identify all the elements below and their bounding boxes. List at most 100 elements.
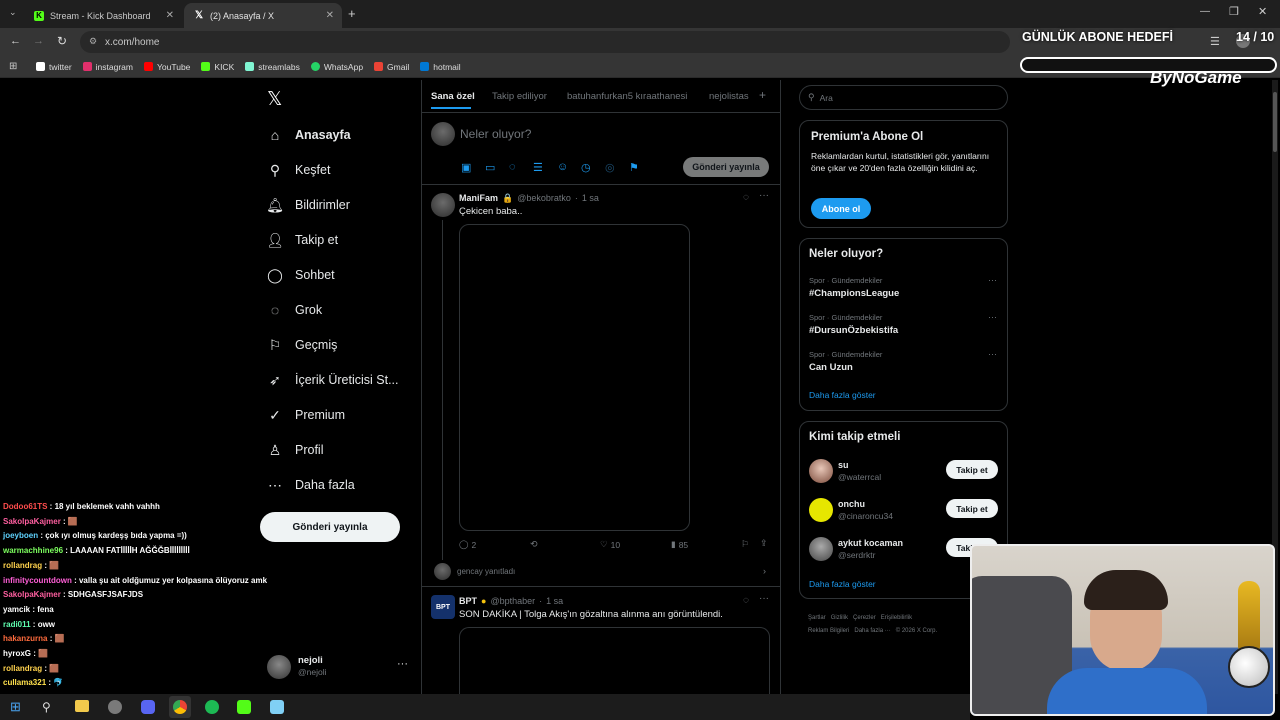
avatar[interactable] (809, 498, 833, 522)
sidebar-item-daha-fazla[interactable]: ⋯ Daha fazla (266, 474, 355, 496)
footer-link-ads[interactable]: Reklam Bilgileri (808, 628, 849, 634)
trends-show-more-link[interactable]: Daha fazla göster (809, 390, 876, 400)
follow-button[interactable]: Takip et (946, 460, 998, 479)
new-tab-icon[interactable]: + (348, 6, 356, 21)
sidebar-item-keşfet[interactable]: ⚲ Keşfet (266, 159, 331, 181)
footer-link-privacy[interactable]: Gizlilik (831, 615, 848, 621)
close-tab-icon[interactable]: ✕ (326, 10, 334, 21)
grok-explain-icon[interactable]: ◌ (743, 192, 749, 203)
sidebar-item-geçmiş[interactable]: ⚐ Geçmiş (266, 334, 338, 356)
emoji-icon[interactable]: ☺ (557, 161, 568, 173)
sidebar-item-premium[interactable]: ✓ Premium (266, 404, 345, 426)
bookmark-instagram[interactable]: instagram (82, 62, 133, 72)
sidebar-item-profil[interactable]: ♙ Profil (266, 439, 324, 461)
follow-show-more-link[interactable]: Daha fazla göster (809, 579, 876, 589)
sidebar-item-takip-et[interactable]: 👤︎ Takip et (266, 229, 338, 251)
suggested-user-name[interactable]: aykut kocaman (838, 538, 903, 548)
notepad-icon[interactable] (270, 700, 284, 714)
post-media[interactable] (459, 224, 690, 531)
discord-icon[interactable] (141, 700, 155, 714)
reply-action[interactable]: ◯ 2 (459, 539, 476, 550)
bookmark-hotmail[interactable]: hotmail (420, 62, 461, 72)
gif-icon[interactable]: ▭ (485, 161, 495, 174)
follow-button[interactable]: Takip et (946, 499, 998, 518)
footer-link-terms[interactable]: Şartlar (808, 615, 826, 621)
bookmark-twitter[interactable]: twitter (36, 62, 72, 72)
tab-list-kiraathanesi[interactable]: batuhanfurkan5 kıraathanesi (567, 91, 687, 102)
tab-following[interactable]: Takip ediliyor (492, 91, 547, 102)
add-list-icon[interactable]: + (759, 88, 766, 102)
search-field[interactable]: ⚲ Ara (799, 85, 1008, 110)
tab-list-icon[interactable]: ⌄ (9, 7, 17, 18)
menu-icon[interactable]: ☰ (1210, 35, 1220, 48)
minimize-icon[interactable]: — (1200, 6, 1210, 17)
post-author[interactable]: ManiFam (459, 193, 498, 204)
post-more-icon[interactable]: ··· (759, 593, 769, 604)
avatar[interactable] (809, 459, 833, 483)
close-tab-icon[interactable]: ✕ (166, 10, 174, 21)
sidebar-item-bildirimler[interactable]: 🔔︎ Bildirimler (266, 194, 350, 216)
tab-list-nejolistas[interactable]: nejolistas (709, 91, 749, 102)
sidebar-item-sohbet[interactable]: ◯ Sohbet (266, 264, 334, 286)
bookmark-kick[interactable]: KICK (201, 62, 234, 72)
trend-more-icon[interactable]: ··· (988, 349, 997, 359)
subscribe-button[interactable]: Abone ol (811, 198, 871, 219)
kick-icon[interactable] (237, 700, 251, 714)
grok-explain-icon[interactable]: ◌ (743, 595, 749, 606)
post-author[interactable]: BPT (459, 596, 477, 606)
flag-icon[interactable]: ⚑ (629, 161, 639, 174)
scrollbar-thumb[interactable] (1273, 92, 1277, 152)
bookmark-youtube[interactable]: YouTube (144, 62, 190, 72)
suggested-user-name[interactable]: su (838, 460, 849, 470)
footer-link-cookies[interactable]: Çerezler (853, 615, 876, 621)
views-action[interactable]: ▮ 85 (671, 539, 688, 550)
x-logo-icon[interactable]: 𝕏 (267, 88, 282, 111)
like-action[interactable]: ♡ 10 (600, 539, 620, 550)
trend-item[interactable]: Spor · Gündemdekiler Can Uzun (809, 350, 882, 373)
app-icon[interactable] (108, 700, 122, 714)
compose-post-button[interactable]: Gönderi yayınla (683, 157, 769, 177)
trend-more-icon[interactable]: ··· (988, 312, 997, 322)
forward-icon[interactable]: → (33, 35, 44, 47)
bookmark-streamlabs[interactable]: streamlabs (245, 62, 300, 72)
sidebar-item-anasayfa[interactable]: ⌂ Anasayfa (266, 124, 351, 146)
share-icon[interactable]: ⇪ (760, 538, 768, 549)
file-explorer-icon[interactable] (75, 700, 89, 712)
restore-icon[interactable]: ❐ (1229, 5, 1239, 18)
spotify-icon[interactable] (205, 700, 219, 714)
bookmark-gmail[interactable]: Gmail (374, 62, 409, 72)
post-avatar[interactable]: BPT (431, 595, 455, 619)
browser-tab-kick[interactable]: K Stream - Kick Dashboard ✕ (24, 3, 182, 28)
user-avatar[interactable] (267, 655, 291, 679)
compose-input[interactable]: Neler oluyor? (460, 127, 531, 141)
avatar[interactable] (809, 537, 833, 561)
image-icon[interactable]: ▣ (461, 161, 471, 174)
trend-item[interactable]: Spor · Gündemdekiler #DursunÖzbekistifa (809, 313, 898, 336)
post-avatar[interactable] (431, 193, 455, 217)
bookmark-whatsapp[interactable]: WhatsApp (310, 62, 363, 72)
grok-icon[interactable]: ◌ (509, 161, 516, 173)
footer-link-accessibility[interactable]: Erişilebilirlik (881, 615, 912, 621)
windows-start-icon[interactable]: ⊞ (10, 699, 21, 715)
sidebar-item-i-çerik-üreticisi-st-[interactable]: ➶ İçerik Üreticisi St... (266, 369, 398, 391)
account-menu-icon[interactable]: ··· (397, 658, 408, 670)
chrome-icon[interactable] (173, 700, 187, 714)
window-close-icon[interactable]: ✕ (1258, 5, 1267, 18)
search-taskbar-icon[interactable]: ⚲ (42, 700, 51, 714)
post-media[interactable] (459, 627, 770, 694)
chevron-right-icon[interactable]: › (763, 566, 766, 576)
reload-icon[interactable]: ↻ (57, 34, 67, 48)
tab-for-you[interactable]: Sana özel (431, 91, 475, 102)
reply-hint[interactable]: gencay yanıtladı (457, 567, 515, 576)
url-field[interactable]: ⚙ x.com/home (80, 31, 1010, 53)
suggested-user-name[interactable]: onchu (838, 499, 865, 509)
poll-icon[interactable]: ☰ (533, 161, 543, 174)
trend-item[interactable]: Spor · Gündemdekiler #ChampionsLeague (809, 276, 899, 299)
post-more-icon[interactable]: ··· (759, 190, 769, 201)
trend-more-icon[interactable]: ··· (988, 275, 997, 285)
site-info-icon[interactable]: ⚙ (89, 36, 97, 47)
sidebar-item-grok[interactable]: ◌ Grok (266, 299, 322, 321)
back-icon[interactable]: ← (10, 35, 21, 47)
bookmark-icon[interactable]: ⚐ (741, 539, 749, 550)
browser-tab-x[interactable]: 𝕏 (2) Anasayfa / X ✕ (184, 3, 342, 28)
